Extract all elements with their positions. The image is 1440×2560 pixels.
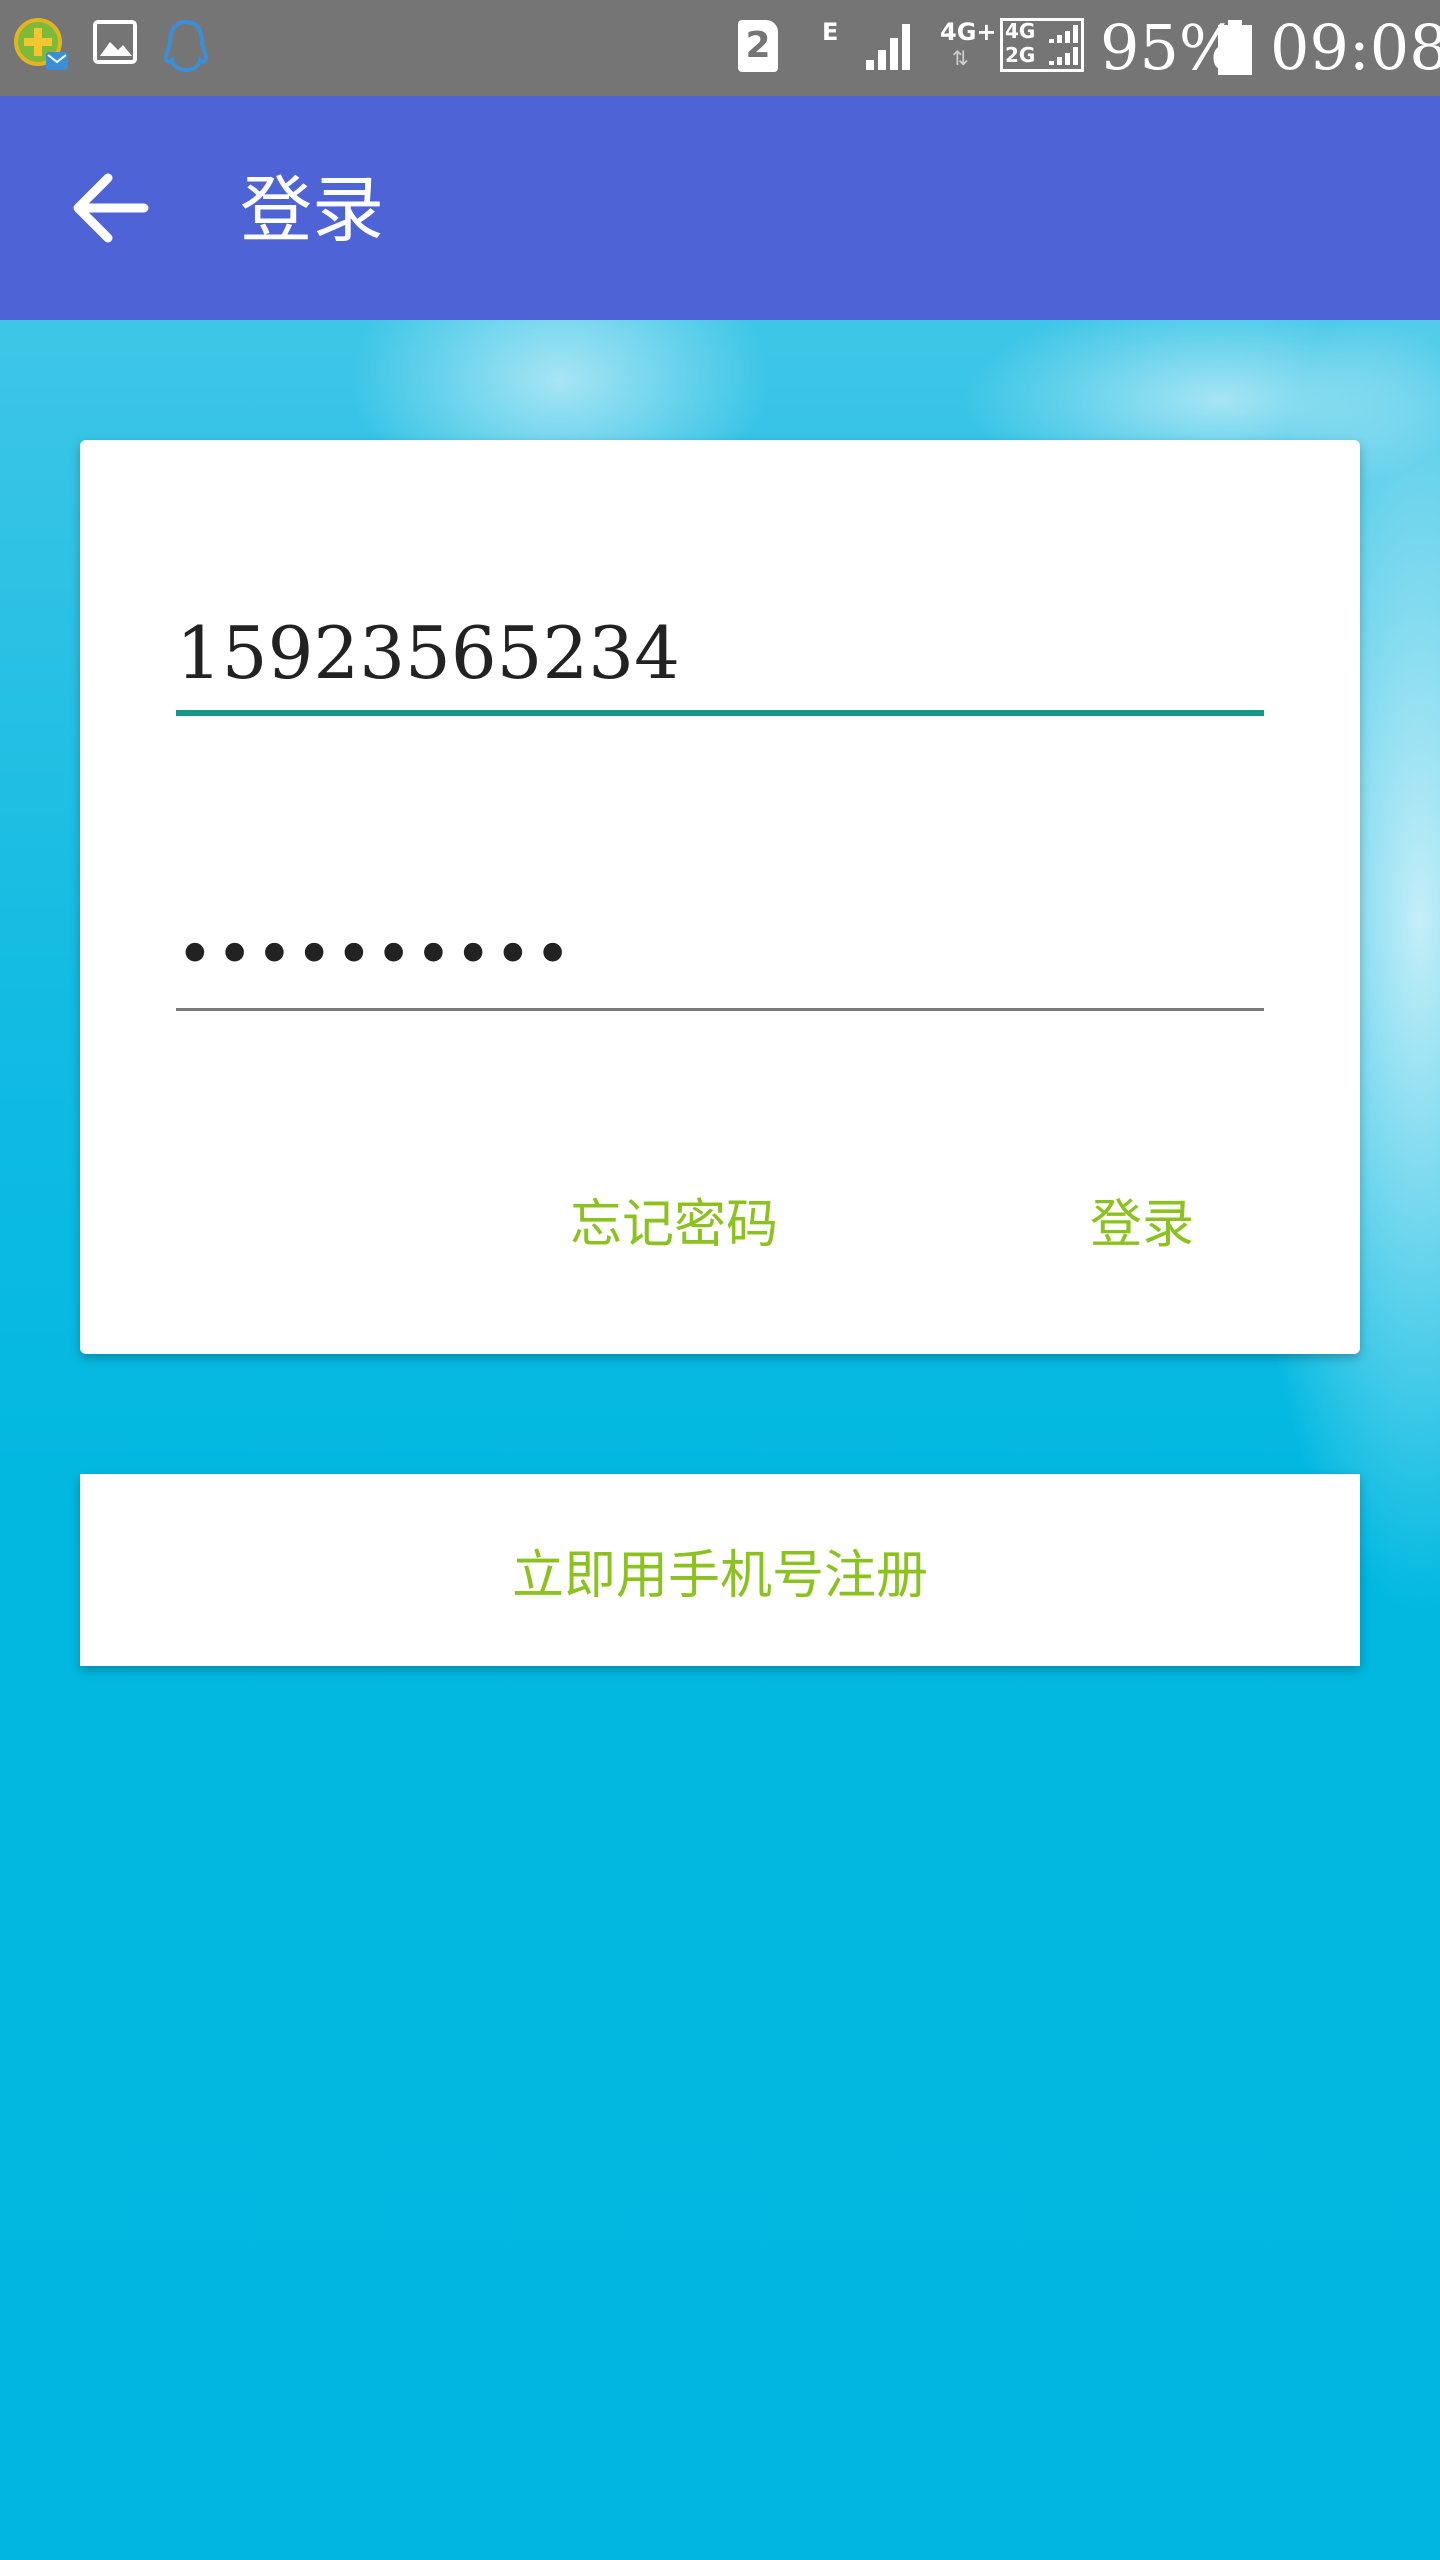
- back-button[interactable]: [60, 156, 164, 260]
- password-field[interactable]: ••••••••••: [176, 888, 1264, 1011]
- signal-icon: [866, 24, 910, 70]
- app-bar: 登录: [0, 96, 1440, 320]
- sim-2-icon: 2: [738, 20, 778, 72]
- arrow-left-icon: [73, 173, 149, 243]
- network-4g-2g-box: 4G 2G: [1000, 18, 1084, 72]
- battery-icon: [1218, 20, 1252, 75]
- network-4g-label: 4G: [1005, 19, 1036, 43]
- login-button[interactable]: 登录: [1090, 1190, 1194, 1260]
- 360-security-icon: [14, 18, 68, 70]
- sim-slot-label: 2: [745, 25, 771, 66]
- register-card[interactable]: 立即用手机号注册: [80, 1474, 1360, 1666]
- signal-small-icon: [1049, 25, 1078, 65]
- phone-field[interactable]: 15923565234: [176, 590, 1264, 716]
- password-input-value: ••••••••••: [176, 918, 574, 992]
- phone-input-value: 15923565234: [176, 611, 680, 695]
- network-4g-plus-label: 4G+: [940, 18, 997, 46]
- data-arrows-icon: ⇅: [952, 46, 969, 70]
- page-title: 登录: [240, 168, 385, 252]
- login-card: 15923565234 •••••••••• 忘记密码 登录: [80, 440, 1360, 1354]
- network-2g-label: 2G: [1005, 43, 1036, 67]
- network-e-label: E: [822, 18, 839, 46]
- clock: 09:08: [1270, 11, 1440, 84]
- gallery-icon: [93, 20, 137, 64]
- status-bar: 2 E 4G+ ⇅ 4G 2G 95% 09:08: [0, 0, 1440, 96]
- register-with-phone-button[interactable]: 立即用手机号注册: [80, 1474, 1360, 1666]
- forgot-password-button[interactable]: 忘记密码: [570, 1190, 778, 1260]
- qq-icon: [163, 19, 209, 73]
